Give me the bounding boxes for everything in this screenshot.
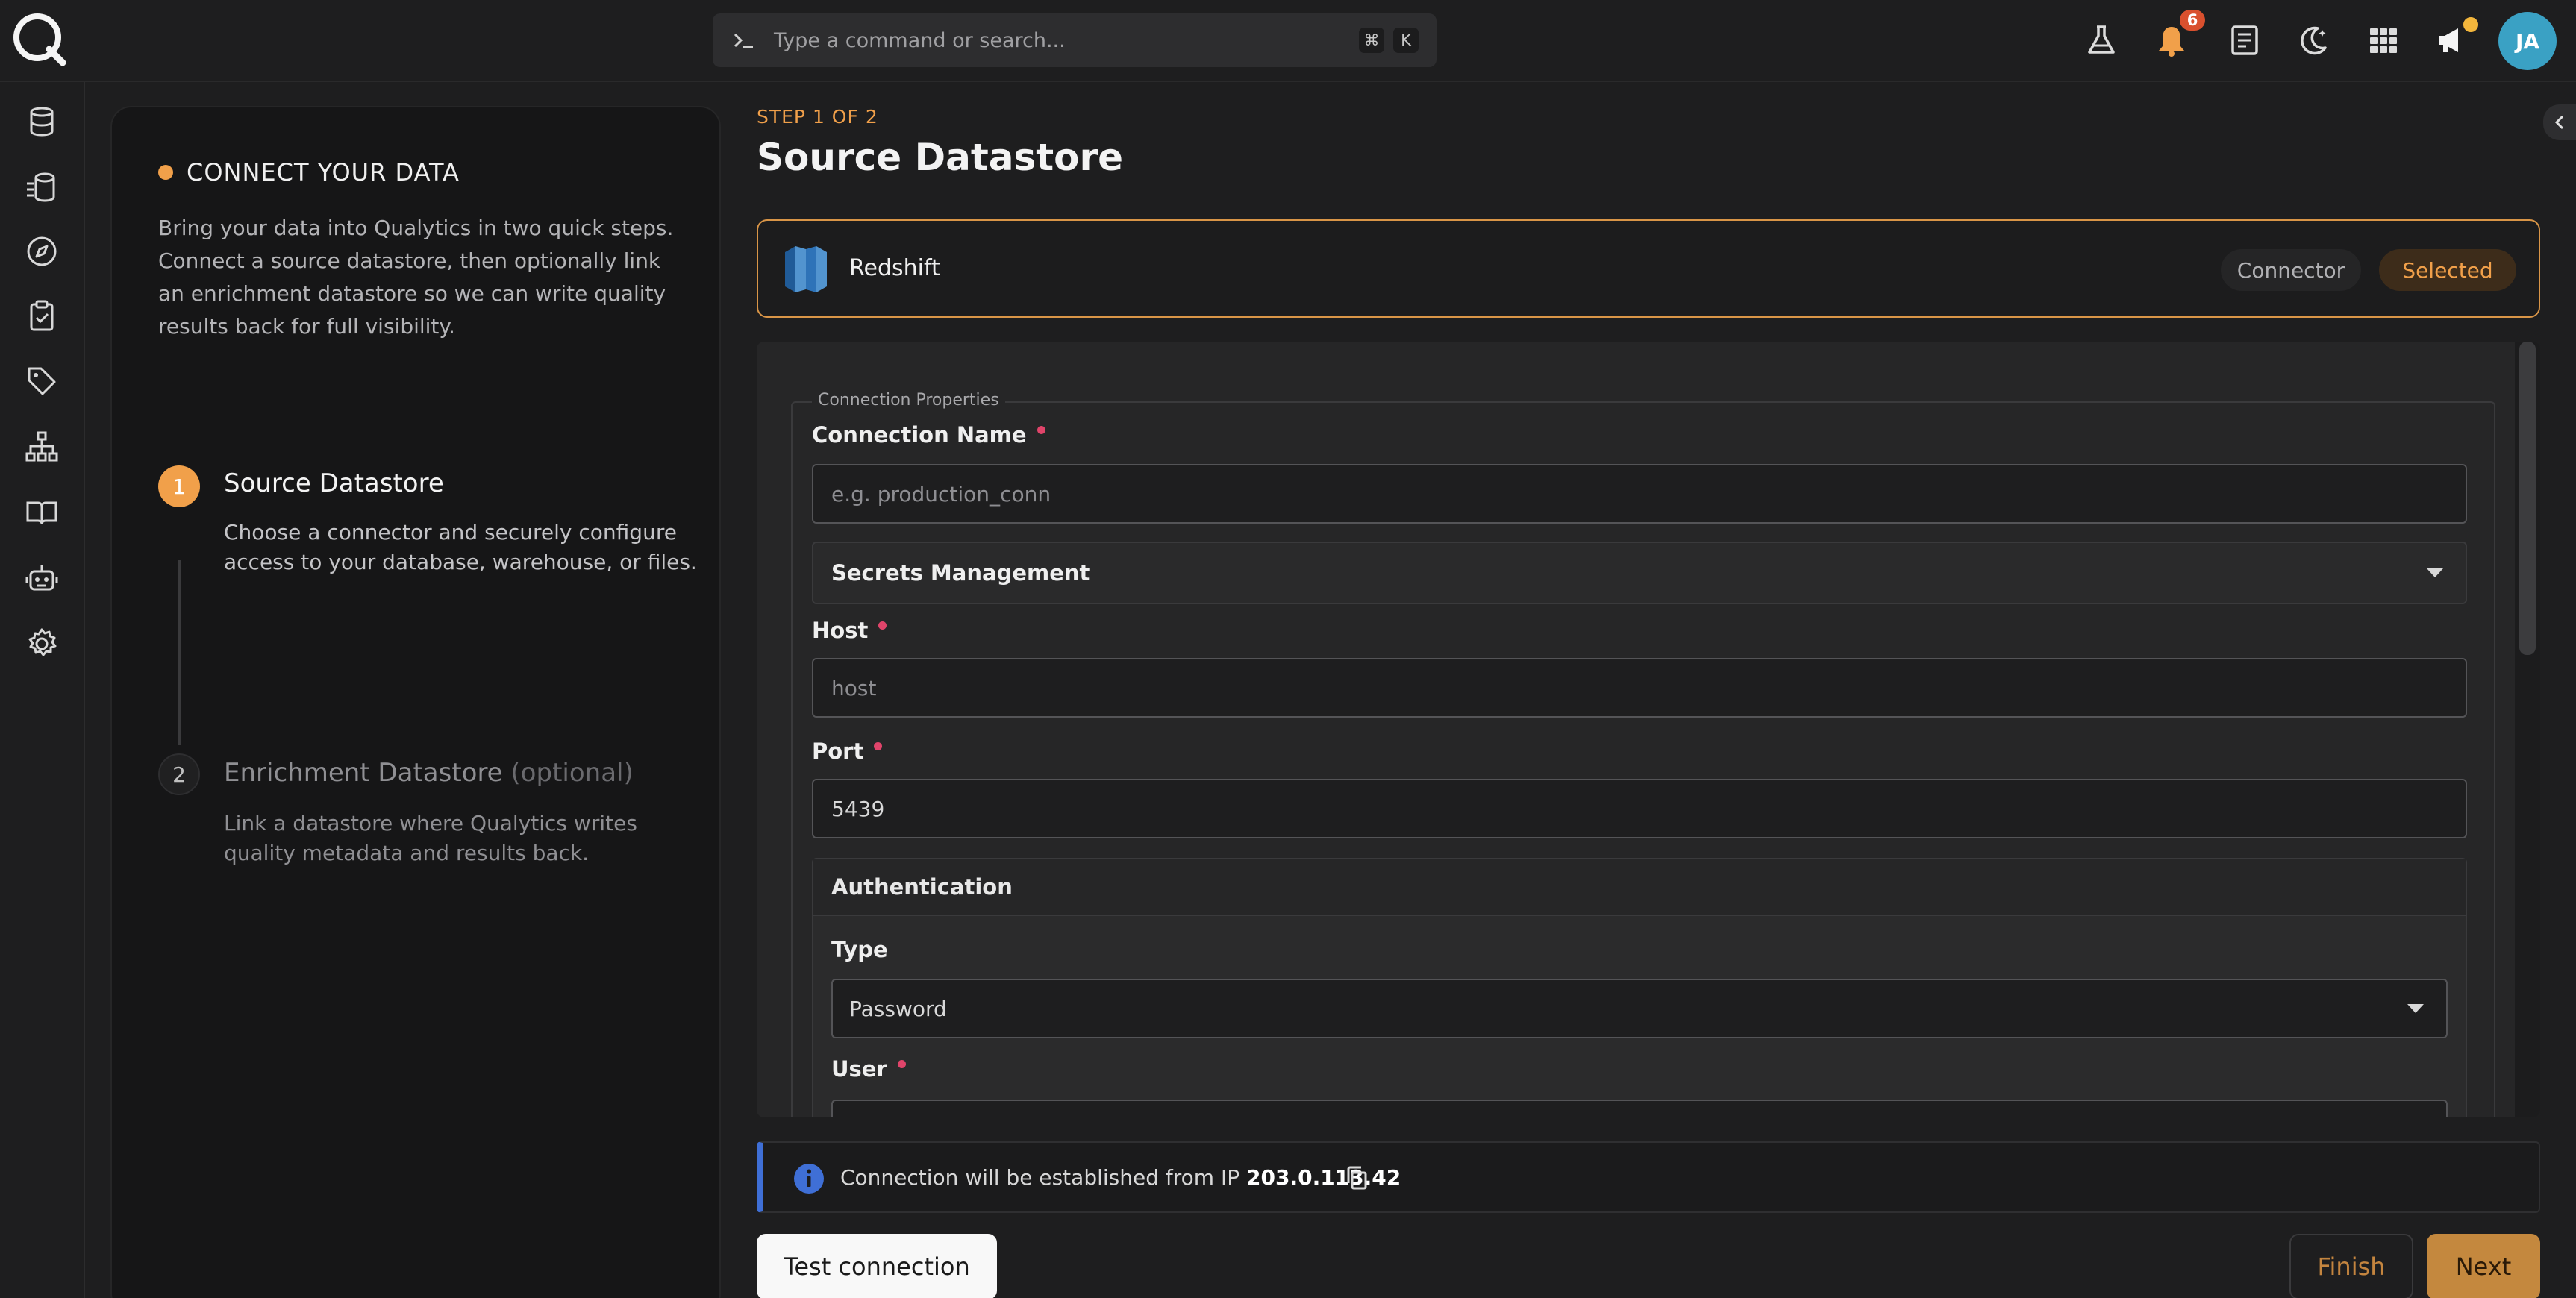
connection-ip-message: Connection will be established from IP xyxy=(840,1165,1240,1190)
panel-heading-text: CONNECT YOUR DATA xyxy=(187,158,460,186)
book-open-icon[interactable] xyxy=(25,495,59,530)
user-input[interactable] xyxy=(831,1100,2448,1117)
auth-type-label: Type xyxy=(831,937,888,962)
selected-connector-card[interactable]: Redshift Connector Selected xyxy=(757,219,2540,318)
apps-grid-icon[interactable] xyxy=(2366,22,2401,58)
step-2-description: Link a datastore where Qualytics writes … xyxy=(224,811,637,865)
sidebar xyxy=(0,82,85,1298)
port-label-text: Port xyxy=(812,739,864,764)
document-icon[interactable] xyxy=(2227,22,2263,58)
step-1-description: Choose a connector and securely configur… xyxy=(224,520,697,574)
user-avatar[interactable]: JA xyxy=(2498,12,2557,70)
test-connection-button[interactable]: Test connection xyxy=(757,1234,997,1298)
hierarchy-icon[interactable] xyxy=(25,430,59,464)
connection-name-label: Connection Name xyxy=(812,422,1045,448)
shortcut-key-cmd: ⌘ xyxy=(1359,28,1384,53)
connection-ip-info: Connection will be established from IP 2… xyxy=(757,1141,2540,1213)
heading-dot xyxy=(158,165,173,180)
required-indicator xyxy=(1037,426,1045,435)
form-scrollbar[interactable] xyxy=(2519,342,2536,655)
moon-stars-icon[interactable] xyxy=(2295,22,2331,58)
notification-count-badge: 6 xyxy=(2178,7,2207,33)
user-label-text: User xyxy=(831,1056,887,1082)
connection-ip-address: 203.0.113.42 xyxy=(1246,1165,1401,1190)
port-label: Port xyxy=(812,739,883,764)
command-search-bar[interactable]: Type a command or search... ⌘ K xyxy=(713,13,1437,67)
step-1-title[interactable]: Source Datastore xyxy=(224,468,444,498)
port-input[interactable]: 5439 xyxy=(812,779,2467,838)
command-search-input[interactable]: Type a command or search... xyxy=(774,29,1350,52)
auth-type-value: Password xyxy=(849,996,947,1021)
top-bar: Type a command or search... ⌘ K 6 JA xyxy=(0,0,2576,82)
onboarding-steps-panel: CONNECT YOUR DATA Bring your data into Q… xyxy=(110,106,721,1298)
tag-icon[interactable] xyxy=(25,364,59,398)
selected-status-badge: Selected xyxy=(2379,249,2516,291)
database-flow-icon[interactable] xyxy=(25,170,59,204)
connection-name-label-text: Connection Name xyxy=(812,422,1027,448)
copy-icon[interactable] xyxy=(1345,1165,1369,1191)
connection-properties-legend: Connection Properties xyxy=(812,391,1005,410)
required-indicator xyxy=(897,1060,906,1069)
connection-name-input[interactable]: e.g. production_conn xyxy=(812,464,2467,524)
step-2-number: 2 xyxy=(158,753,200,795)
authentication-section: Authentication Type Password User xyxy=(812,858,2467,1117)
page-title: Source Datastore xyxy=(757,136,1124,179)
gear-icon[interactable] xyxy=(25,627,59,661)
auth-type-select[interactable]: Password xyxy=(831,979,2448,1038)
clipboard-check-icon[interactable] xyxy=(25,298,59,333)
terminal-prompt-icon xyxy=(734,33,753,48)
redshift-logo-icon xyxy=(785,246,827,292)
step-2-title-text: Enrichment Datastore xyxy=(224,758,503,788)
panel-description: Bring your data into Qualytics in two qu… xyxy=(158,216,674,339)
required-indicator xyxy=(874,742,883,751)
connection-ip-text: Connection will be established from IP 2… xyxy=(840,1165,1401,1190)
secrets-management-toggle[interactable]: Secrets Management xyxy=(812,542,2467,604)
step-2-title[interactable]: Enrichment Datastore (optional) xyxy=(224,758,634,788)
connector-name: Redshift xyxy=(849,255,940,281)
shortcut-key-k: K xyxy=(1393,28,1419,53)
authentication-heading: Authentication xyxy=(813,859,2466,916)
connector-type-badge: Connector xyxy=(2221,249,2361,291)
required-indicator xyxy=(878,621,887,630)
announcement-dot xyxy=(2461,15,2480,34)
host-input[interactable]: host xyxy=(812,658,2467,718)
qualytics-logo-icon[interactable] xyxy=(10,10,67,67)
robot-icon[interactable] xyxy=(25,561,59,595)
chevron-down-icon xyxy=(2407,1004,2424,1013)
user-label: User xyxy=(831,1056,906,1082)
info-icon xyxy=(794,1164,824,1194)
collapse-panel-button[interactable] xyxy=(2543,104,2576,140)
chevron-down-icon xyxy=(2427,568,2443,577)
host-label: Host xyxy=(812,618,887,643)
step-connector-line xyxy=(178,560,181,745)
connection-form: Connection Properties Connection Name e.… xyxy=(757,342,2540,1117)
step-2-optional-label: (optional) xyxy=(510,758,634,788)
flask-icon[interactable] xyxy=(2083,22,2119,58)
secrets-management-label: Secrets Management xyxy=(831,560,1090,586)
next-button[interactable]: Next xyxy=(2427,1234,2540,1298)
finish-button[interactable]: Finish xyxy=(2289,1234,2413,1298)
host-label-text: Host xyxy=(812,618,869,643)
step-indicator: STEP 1 OF 2 xyxy=(757,106,878,128)
compass-icon[interactable] xyxy=(25,234,59,269)
chevron-left-icon xyxy=(2554,115,2564,130)
database-icon[interactable] xyxy=(25,104,59,139)
panel-heading: CONNECT YOUR DATA xyxy=(158,158,460,186)
step-1-number: 1 xyxy=(158,465,200,507)
